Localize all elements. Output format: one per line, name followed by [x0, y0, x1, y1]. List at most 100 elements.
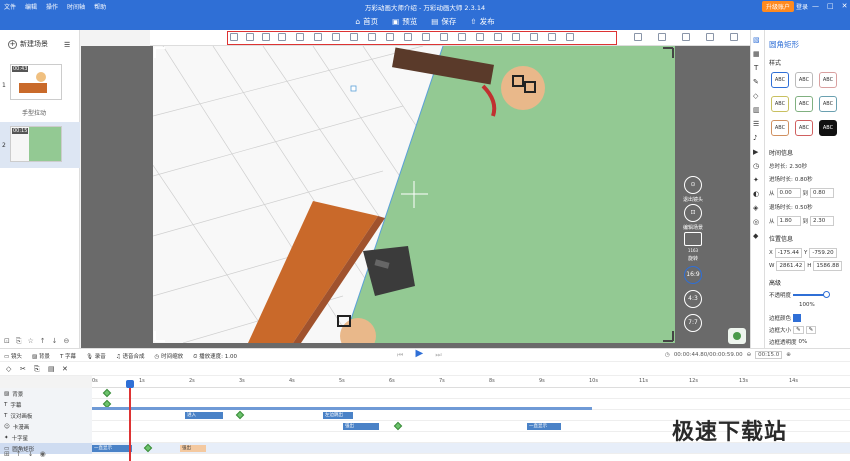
timeline-ruler[interactable]: 0s 1s 2s 3s 4s 5s 6s 7s 8s 9s 10s 11s 12… [92, 376, 850, 388]
animation-clip[interactable]: 一直显示 [92, 445, 132, 452]
copy-scene-icon[interactable]: ⎘ [16, 337, 22, 346]
settings-icon[interactable] [730, 33, 738, 41]
delete-icon[interactable] [658, 33, 666, 41]
scene-thumb-1[interactable]: 00:43 [10, 64, 62, 100]
height-input[interactable]: 1586.88 [813, 261, 843, 271]
track-row[interactable]: ▨ 背景 [0, 388, 850, 399]
play-button[interactable]: ▶ [413, 349, 426, 361]
animation-clip[interactable]: 进入 [185, 412, 223, 419]
time-scale-tool[interactable]: ◷ 时间缩放 [155, 352, 184, 361]
style-preset[interactable]: ABC [795, 96, 813, 112]
move-down-icon[interactable]: ↓ [28, 450, 34, 458]
style-preset[interactable]: ABC [771, 72, 789, 88]
brush-icon[interactable]: ✎ [753, 78, 759, 86]
speed-tool[interactable]: ⏲ 播放速度: 1.00 [193, 352, 237, 361]
style-preset[interactable]: ABC [819, 120, 837, 136]
playhead[interactable] [129, 383, 131, 461]
undo-icon[interactable] [682, 33, 690, 41]
redo-icon[interactable] [706, 33, 714, 41]
edit-scene-icon[interactable]: ⊡ [684, 204, 702, 222]
style-preset[interactable]: ABC [771, 120, 789, 136]
y-input[interactable]: -759.20 [809, 248, 837, 258]
clock-icon[interactable]: ◷ [753, 162, 759, 170]
edit-icon[interactable]: ✎ [805, 326, 817, 334]
prev-frame-icon[interactable]: ⏮ [397, 351, 403, 360]
chart-icon[interactable]: ▥ [753, 106, 760, 114]
exit-to-input[interactable]: 2.30 [810, 216, 835, 226]
exit-camera-icon[interactable]: ⊙ [684, 176, 702, 194]
move-up-icon[interactable]: ↑ [16, 450, 22, 458]
move-up-icon[interactable]: ↑ [40, 337, 46, 345]
login-link[interactable]: 登录 [796, 2, 808, 11]
video-icon[interactable]: ▶ [753, 148, 758, 156]
scene-menu-icon[interactable]: ☰ [64, 41, 70, 49]
next-frame-icon[interactable]: ⏭ [435, 351, 441, 360]
new-scene-button[interactable]: + 新建场景 [8, 39, 48, 49]
import-icon[interactable]: ⊡ [4, 337, 10, 345]
music-icon[interactable]: ♪ [753, 134, 757, 142]
width-input[interactable]: 2861.42 [776, 261, 806, 271]
add-track-icon[interactable]: ⊞ [4, 450, 10, 458]
save-button[interactable]: ▤ 保存 [431, 16, 456, 27]
keyframe-marker[interactable] [102, 388, 112, 398]
style-preset[interactable]: ABC [771, 96, 789, 112]
zoom-in-icon[interactable]: ⊕ [786, 352, 791, 358]
style-icon[interactable]: ▧ [753, 36, 760, 44]
effect-icon[interactable]: ✦ [753, 176, 759, 184]
animation-clip[interactable]: 一直显示 [527, 423, 561, 430]
eye-icon[interactable]: ◉ [40, 450, 46, 458]
x-input[interactable]: -175.44 [774, 248, 803, 258]
animation-clip[interactable]: 左边跳出 [323, 412, 353, 419]
home-button[interactable]: ⌂ 首页 [355, 16, 378, 27]
delete-icon[interactable]: ✕ [62, 365, 68, 373]
layers-icon[interactable]: ☰ [753, 120, 759, 128]
paste-icon[interactable]: ▤ [48, 365, 55, 373]
style-preset[interactable]: ABC [795, 120, 813, 136]
playhead-handle[interactable] [126, 380, 134, 388]
rotate-icon[interactable] [684, 232, 702, 246]
move-down-icon[interactable]: ↓ [52, 337, 58, 345]
subtitle-tool[interactable]: T 字幕 [60, 352, 76, 361]
animation-clip[interactable]: 强出 [343, 423, 379, 430]
ratio-7-7-button[interactable]: 7:7 [684, 314, 702, 332]
animation-clip[interactable]: 强出 [180, 445, 206, 452]
camera-tool[interactable]: ▭ 镜头 [4, 352, 22, 361]
star-icon[interactable]: ☆ [27, 337, 33, 345]
delete-scene-icon[interactable]: ⊖ [64, 337, 70, 345]
background-tool[interactable]: ▨ 背景 [32, 352, 50, 361]
style-preset[interactable]: ABC [819, 72, 837, 88]
enter-to-input[interactable]: 0.80 [810, 188, 835, 198]
ratio-16-9-button[interactable]: 16:9 [684, 266, 702, 284]
preview-button[interactable]: ▣ 预览 [392, 16, 417, 27]
zoom-out-icon[interactable]: ⊖ [747, 352, 752, 358]
style-preset[interactable]: ABC [819, 96, 837, 112]
exit-from-input[interactable]: 1.80 [776, 216, 801, 226]
drop-icon[interactable]: ◆ [753, 232, 758, 240]
keyframe-marker[interactable] [143, 443, 153, 453]
cut-icon[interactable]: ✂ [20, 365, 26, 373]
upgrade-button[interactable]: 升级账户 [762, 1, 795, 12]
stage-canvas[interactable] [153, 46, 675, 343]
track-row[interactable]: T 字幕 [0, 399, 850, 410]
style-preset[interactable]: ABC [795, 72, 813, 88]
close-button[interactable]: ✕ [842, 2, 848, 10]
copy-style-icon[interactable] [634, 33, 642, 41]
helper-logo-icon[interactable] [728, 328, 746, 344]
minimize-button[interactable]: — [812, 2, 819, 10]
enter-from-input[interactable]: 0.00 [776, 188, 801, 198]
record-tool[interactable]: 🎙 录音 [86, 352, 106, 361]
maximize-button[interactable]: □ [827, 2, 834, 10]
mask-icon[interactable]: ◐ [753, 190, 759, 198]
slider-thumb[interactable] [823, 291, 831, 298]
scene-thumb-2[interactable]: 00:15 [10, 126, 62, 162]
copy-icon[interactable]: ⎘ [34, 365, 40, 374]
shape-icon[interactable]: ◇ [753, 92, 758, 100]
filter-icon[interactable]: ◈ [753, 204, 758, 212]
image-icon[interactable]: ▦ [753, 50, 760, 58]
border-color-swatch[interactable] [793, 314, 802, 322]
keyframe-marker[interactable] [393, 421, 403, 431]
tts-tool[interactable]: ♫ 语音合成 [116, 352, 145, 361]
keyframe-marker[interactable] [235, 410, 245, 420]
ratio-4-3-button[interactable]: 4:3 [684, 290, 702, 308]
edit-icon[interactable]: ✎ [793, 326, 804, 334]
